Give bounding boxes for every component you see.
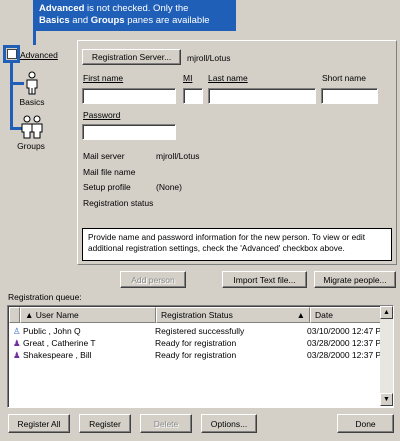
- person-icon: ♟: [13, 338, 21, 348]
- user-name-cell: Public , John Q: [23, 326, 81, 336]
- column-header-user-name[interactable]: ▲ User Name: [20, 307, 156, 323]
- advanced-checkbox[interactable]: [7, 49, 17, 59]
- mi-label: MI: [183, 73, 193, 83]
- vertical-scrollbar[interactable]: ▲ ▼: [380, 306, 393, 406]
- user-name-cell: Great , Catherine T: [23, 338, 96, 348]
- people-icon: [21, 115, 43, 139]
- first-name-label: First name: [83, 73, 124, 83]
- mail-server-label: Mail server: [83, 151, 125, 161]
- date-cell: 03/28/2000 12:37 PM: [307, 338, 383, 348]
- table-row[interactable]: ♟ Shakespeare , Bill Ready for registrat…: [9, 349, 383, 361]
- register-all-button[interactable]: Register All: [8, 414, 70, 433]
- done-button[interactable]: Done: [337, 414, 394, 433]
- setup-profile-value: (None): [156, 182, 182, 192]
- short-name-label: Short name: [322, 73, 366, 83]
- callout-groups: Groups: [90, 15, 125, 26]
- status-cell: Ready for registration: [155, 350, 237, 360]
- delete-button[interactable]: Delete: [140, 414, 192, 433]
- callout-text-3: panes are available: [124, 15, 210, 26]
- header-blank-cell: [9, 307, 20, 323]
- register-button[interactable]: Register: [79, 414, 131, 433]
- basics-pane-tab[interactable]: [22, 71, 42, 97]
- import-text-file-button[interactable]: Import Text file...: [222, 271, 307, 288]
- last-name-input[interactable]: [208, 88, 316, 104]
- sort-arrow-icon: ▲: [296, 310, 305, 320]
- person-icon: ♟: [13, 350, 21, 360]
- groups-label: Groups: [17, 141, 45, 151]
- groups-pane-tab[interactable]: [19, 115, 45, 141]
- help-text-box: Provide name and password information fo…: [82, 228, 392, 261]
- person-icon: [26, 71, 38, 95]
- first-name-input[interactable]: [82, 88, 176, 104]
- migrate-people-button[interactable]: Migrate people...: [314, 271, 396, 288]
- basics-label: Basics: [19, 97, 45, 107]
- short-name-input[interactable]: [321, 88, 378, 104]
- registered-person-icon: ♙: [13, 326, 21, 336]
- last-name-label: Last name: [208, 73, 248, 83]
- table-row[interactable]: ♟ Great , Catherine T Ready for registra…: [9, 337, 383, 349]
- date-cell: 03/28/2000 12:37 PM: [307, 350, 383, 360]
- user-name-cell: Shakespeare , Bill: [23, 350, 92, 360]
- scroll-up-icon[interactable]: ▲: [380, 306, 393, 319]
- status-cell: Ready for registration: [155, 338, 237, 348]
- setup-profile-label: Setup profile: [83, 182, 131, 192]
- mail-file-name-label: Mail file name: [83, 167, 136, 177]
- password-input[interactable]: [82, 124, 176, 140]
- column-header-date[interactable]: Date: [310, 307, 386, 323]
- add-person-button[interactable]: Add person: [120, 271, 186, 288]
- password-label: Password: [83, 110, 121, 120]
- status-cell: Registered successfully: [155, 326, 245, 336]
- callout-text-2: and: [69, 15, 91, 26]
- date-cell: 03/10/2000 12:47 PM: [307, 326, 383, 336]
- mail-server-value: mjroll/Lotus: [156, 151, 200, 161]
- sort-arrow-icon: ▲: [25, 310, 36, 320]
- callout-advanced: Advanced: [39, 3, 85, 14]
- callout-connector: [33, 31, 36, 45]
- table-row[interactable]: ♙ Public , John Q Registered successfull…: [9, 325, 383, 337]
- annotation-callout: Advanced is not checked. Only the Basics…: [33, 0, 236, 31]
- registration-server-button[interactable]: Registration Server...: [82, 49, 181, 65]
- options-button[interactable]: Options...: [201, 414, 257, 433]
- column-header-registration-status[interactable]: Registration Status ▲: [156, 307, 310, 323]
- callout-text-1: is not checked. Only the: [84, 3, 189, 14]
- advanced-label: Advanced: [20, 50, 58, 60]
- registration-queue-label: Registration queue:: [8, 292, 82, 302]
- registration-status-label: Registration status: [83, 198, 154, 208]
- callout-basics: Basics: [39, 15, 70, 26]
- registration-queue-table[interactable]: ▲ User Name Registration Status ▲ Date ♙ …: [7, 305, 394, 408]
- mi-input[interactable]: [183, 88, 203, 104]
- registration-server-value: mjroll/Lotus: [187, 53, 231, 63]
- scroll-down-icon[interactable]: ▼: [380, 393, 393, 406]
